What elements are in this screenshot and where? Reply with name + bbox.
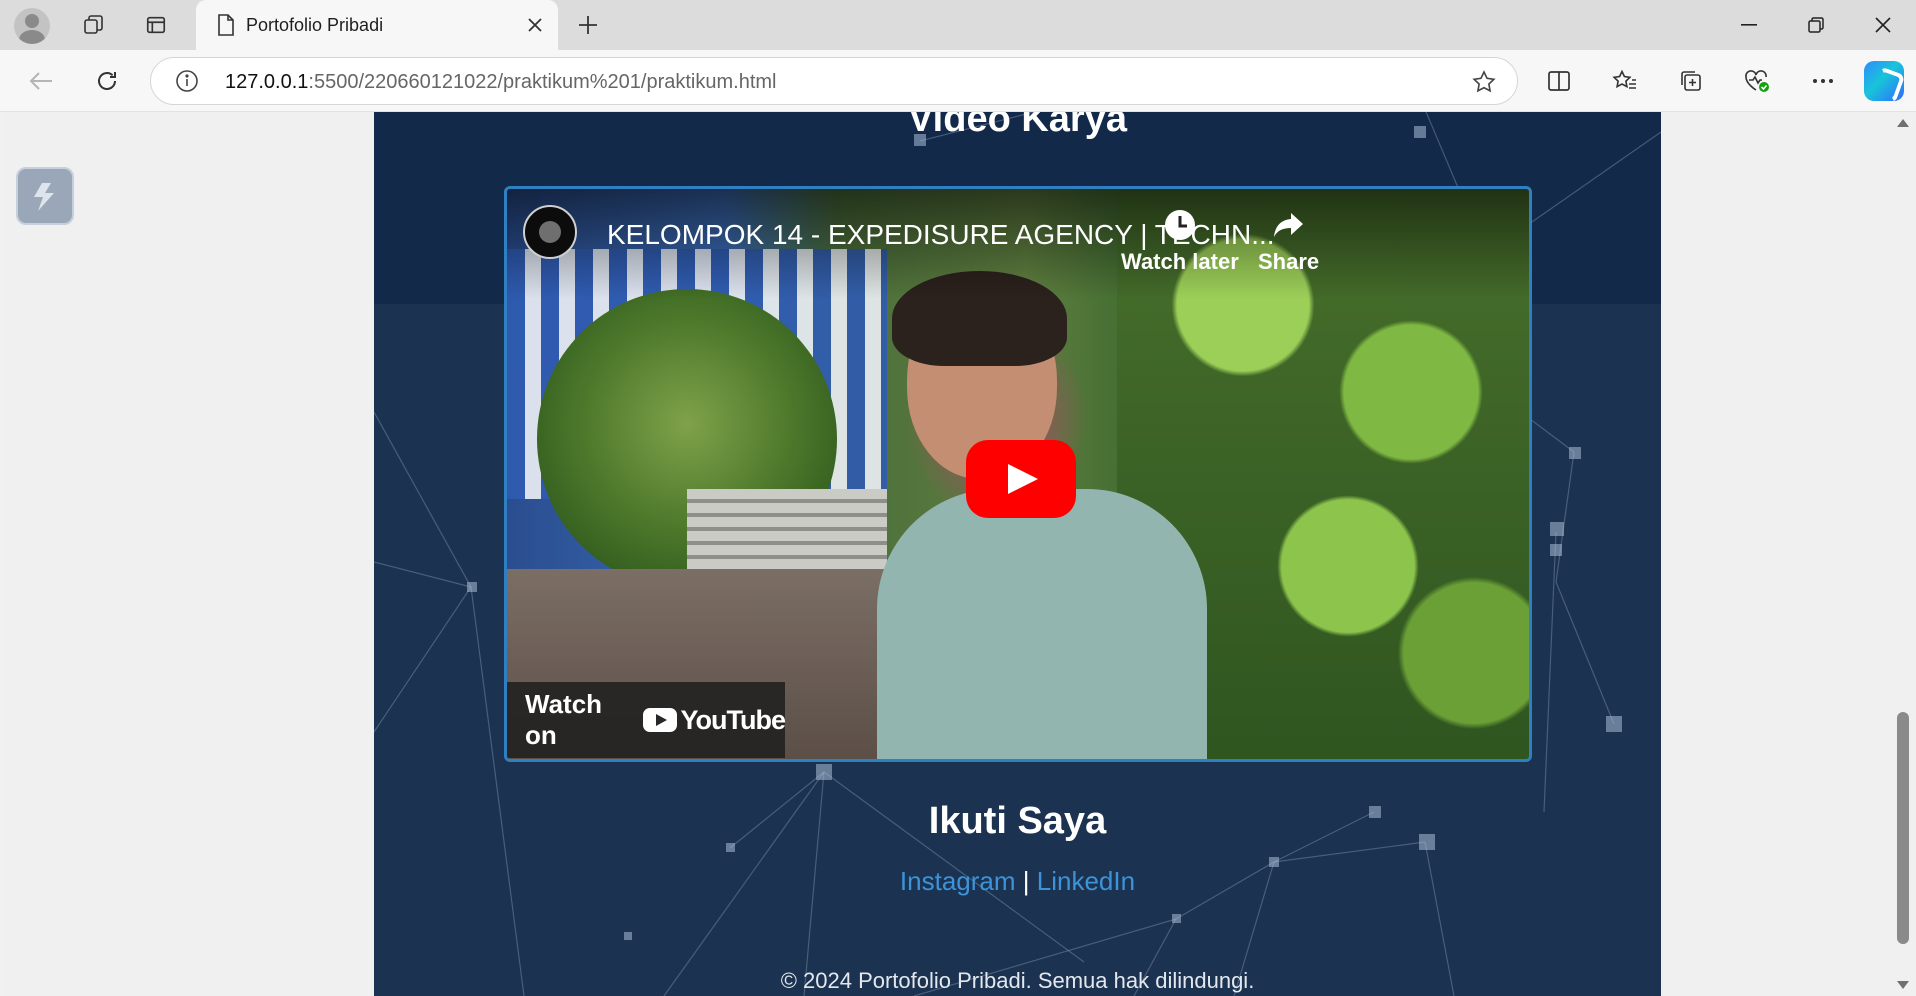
- linkedin-link[interactable]: LinkedIn: [1037, 866, 1135, 896]
- instagram-link[interactable]: Instagram: [900, 866, 1016, 896]
- browser-toolbar: 127.0.0.1:5500/220660121022/praktikum%20…: [0, 50, 1916, 112]
- minimize-icon[interactable]: [1716, 0, 1782, 50]
- browser-essentials-icon[interactable]: [1736, 60, 1778, 102]
- link-separator: |: [1022, 866, 1030, 896]
- watch-later-label: Watch later: [1121, 249, 1239, 274]
- social-links: Instagram | LinkedIn: [374, 866, 1661, 897]
- scroll-down-icon[interactable]: [1896, 978, 1910, 992]
- split-screen-icon[interactable]: [1538, 60, 1580, 102]
- plus-icon[interactable]: [568, 6, 608, 44]
- footer-copyright: © 2024 Portofolio Pribadi. Semua hak dil…: [780, 968, 1255, 993]
- portfolio-page: Video Karya KELOMPOK 14 - EXPEDISURE AGE…: [374, 112, 1661, 996]
- scroll-up-icon[interactable]: [1896, 116, 1910, 130]
- profile-avatar-icon[interactable]: [14, 8, 50, 44]
- close-window-icon[interactable]: [1850, 0, 1916, 50]
- favorites-icon[interactable]: [1604, 60, 1646, 102]
- channel-avatar[interactable]: [523, 205, 577, 259]
- page-icon: [216, 13, 236, 42]
- youtube-wordmark: YouTube: [680, 704, 786, 735]
- info-icon[interactable]: [175, 69, 199, 98]
- clock-icon: [1164, 210, 1195, 240]
- url-path: :5500/220660121022/praktikum%201/praktik…: [308, 71, 777, 93]
- scrollbar-thumb[interactable]: [1897, 712, 1909, 944]
- youtube-embed[interactable]: KELOMPOK 14 - EXPEDISURE AGENCY | TECHN.…: [504, 186, 1532, 762]
- back-icon[interactable]: [20, 60, 62, 102]
- extension-icon[interactable]: [16, 167, 74, 225]
- video-thumbnail-person: [877, 489, 1207, 759]
- page-viewport: Video Karya KELOMPOK 14 - EXPEDISURE AGE…: [4, 112, 1894, 996]
- more-icon[interactable]: [1802, 60, 1844, 102]
- tab-strip: Portofolio Pribadi: [0, 0, 1916, 50]
- video-section-title: Video Karya: [908, 112, 1127, 140]
- youtube-logo: YouTube: [642, 704, 786, 736]
- youtube-play-icon: [642, 708, 677, 732]
- address-bar[interactable]: 127.0.0.1:5500/220660121022/praktikum%20…: [150, 57, 1518, 105]
- url-text[interactable]: 127.0.0.1:5500/220660121022/praktikum%20…: [225, 71, 777, 94]
- tab-title: Portofolio Pribadi: [246, 15, 384, 35]
- copilot-icon[interactable]: [1864, 61, 1904, 101]
- share-label: Share: [1258, 249, 1320, 274]
- refresh-icon[interactable]: [86, 60, 128, 102]
- share-button[interactable]: Share: [1258, 207, 1319, 275]
- watch-on-youtube-button[interactable]: Watch on YouTube: [507, 682, 786, 758]
- collections-icon[interactable]: [1670, 60, 1712, 102]
- play-icon[interactable]: [966, 440, 1076, 518]
- share-icon: [1273, 213, 1303, 237]
- active-tab[interactable]: Portofolio Pribadi: [196, 0, 558, 50]
- star-icon[interactable]: [1471, 69, 1497, 100]
- url-host: 127.0.0.1: [225, 71, 309, 93]
- follow-title: Ikuti Saya: [928, 800, 1107, 842]
- close-icon[interactable]: [522, 12, 548, 38]
- watch-on-label: Watch on: [525, 689, 603, 750]
- restore-icon[interactable]: [1783, 0, 1849, 50]
- vertical-scrollbar[interactable]: [1890, 112, 1916, 996]
- tab-actions-icon[interactable]: [136, 6, 176, 44]
- workspaces-icon[interactable]: [74, 6, 114, 44]
- watch-later-button[interactable]: Watch later: [1121, 207, 1239, 275]
